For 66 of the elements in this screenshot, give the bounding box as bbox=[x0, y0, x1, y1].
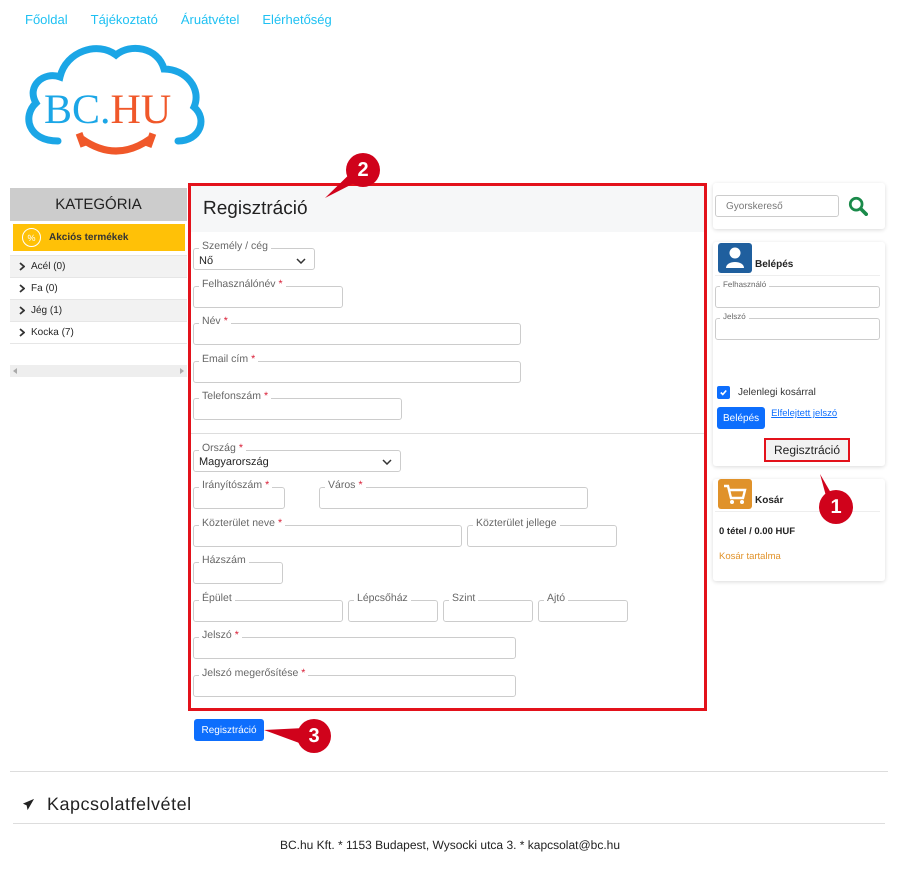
field-label: Jelszó * bbox=[199, 629, 242, 641]
chevron-icon bbox=[19, 284, 25, 293]
field-label: Telefonszám * bbox=[199, 390, 272, 402]
login-button[interactable]: Belépés bbox=[717, 407, 766, 429]
field-label: Közterület neve * bbox=[199, 516, 286, 528]
input-field[interactable] bbox=[193, 323, 521, 345]
field-label: Felhasználó bbox=[720, 280, 770, 289]
category-item[interactable]: Acél (0) bbox=[10, 255, 187, 277]
category-label: Kocka (7) bbox=[31, 327, 74, 338]
category-item[interactable]: Kocka (7) bbox=[10, 321, 187, 343]
scrollbar[interactable] bbox=[10, 365, 187, 377]
field-label: Szint bbox=[449, 592, 478, 604]
field-label: Felhasználónév * bbox=[199, 278, 286, 290]
field-label: Közterület jellege bbox=[473, 516, 560, 528]
check-icon bbox=[719, 388, 728, 397]
caret-icon bbox=[296, 258, 306, 264]
input-field[interactable] bbox=[715, 286, 880, 308]
register-link[interactable]: Regisztráció bbox=[764, 438, 850, 462]
field-label: Személy / cég bbox=[199, 240, 271, 252]
field-label: Név * bbox=[199, 315, 231, 327]
section-heading: Kapcsolatfelvétel bbox=[47, 794, 192, 815]
input-field[interactable] bbox=[319, 487, 588, 509]
card-title: Belépés bbox=[755, 259, 794, 270]
category-item[interactable]: Jég (1) bbox=[10, 299, 187, 321]
search-icon[interactable] bbox=[848, 196, 868, 216]
field-label: Város * bbox=[325, 479, 366, 491]
promo-label: Akciós termékek bbox=[49, 232, 128, 243]
field-label: Házszám bbox=[199, 554, 249, 566]
search-field[interactable]: Gyorskereső bbox=[715, 195, 839, 217]
panel-title: Regisztráció bbox=[203, 198, 308, 220]
field-label: Ajtó bbox=[544, 592, 568, 604]
category-label: Jég (1) bbox=[31, 305, 62, 316]
footer-address: BC.hu Kft. * 1153 Budapest, Wysocki utca 3. * kapcsolat@bc.hu bbox=[278, 838, 622, 852]
field-label: Épület bbox=[199, 592, 235, 604]
caret-icon bbox=[382, 459, 392, 465]
paper-plane-icon bbox=[22, 798, 35, 811]
sidebar-header: KATEGÓRIA bbox=[10, 188, 187, 221]
field-label: Jelszó megerősítése * bbox=[199, 666, 308, 678]
input-field[interactable] bbox=[193, 360, 521, 382]
input-field[interactable] bbox=[193, 562, 283, 584]
field-label: Irányítószám * bbox=[199, 479, 272, 491]
cart-summary: 0 tétel / 0.00 HUF bbox=[719, 526, 796, 537]
category-label: Fa (0) bbox=[31, 283, 58, 294]
scroll-left-icon[interactable] bbox=[13, 368, 18, 374]
chevron-icon bbox=[19, 262, 25, 271]
logo: BC.HU bbox=[18, 41, 208, 163]
card-title: Kosár bbox=[755, 495, 784, 506]
register-button[interactable]: Regisztráció bbox=[194, 719, 264, 741]
input-field[interactable] bbox=[193, 524, 462, 546]
field-label: Ország * bbox=[199, 442, 246, 454]
field-label: Lépcsőház bbox=[354, 592, 411, 604]
chevron-icon bbox=[19, 306, 25, 315]
scroll-right-icon[interactable] bbox=[179, 368, 184, 374]
input-field[interactable] bbox=[193, 398, 402, 420]
promo-item[interactable]: % Akciós termékek bbox=[13, 224, 185, 251]
input-field[interactable] bbox=[443, 600, 533, 622]
checkbox[interactable] bbox=[717, 386, 730, 399]
category-label: Acél (0) bbox=[31, 261, 66, 272]
chevron-icon bbox=[19, 328, 25, 337]
input-field[interactable] bbox=[715, 318, 880, 340]
field-label: Jelszó bbox=[720, 312, 749, 321]
checkbox-label: Jelenlegi kosárral bbox=[738, 387, 816, 398]
percent-icon: % bbox=[22, 228, 41, 247]
input-field[interactable] bbox=[193, 637, 516, 659]
forgot-password-link[interactable]: Elfelejtett jelszó bbox=[771, 408, 838, 419]
field-label: Email cím * bbox=[199, 352, 258, 364]
